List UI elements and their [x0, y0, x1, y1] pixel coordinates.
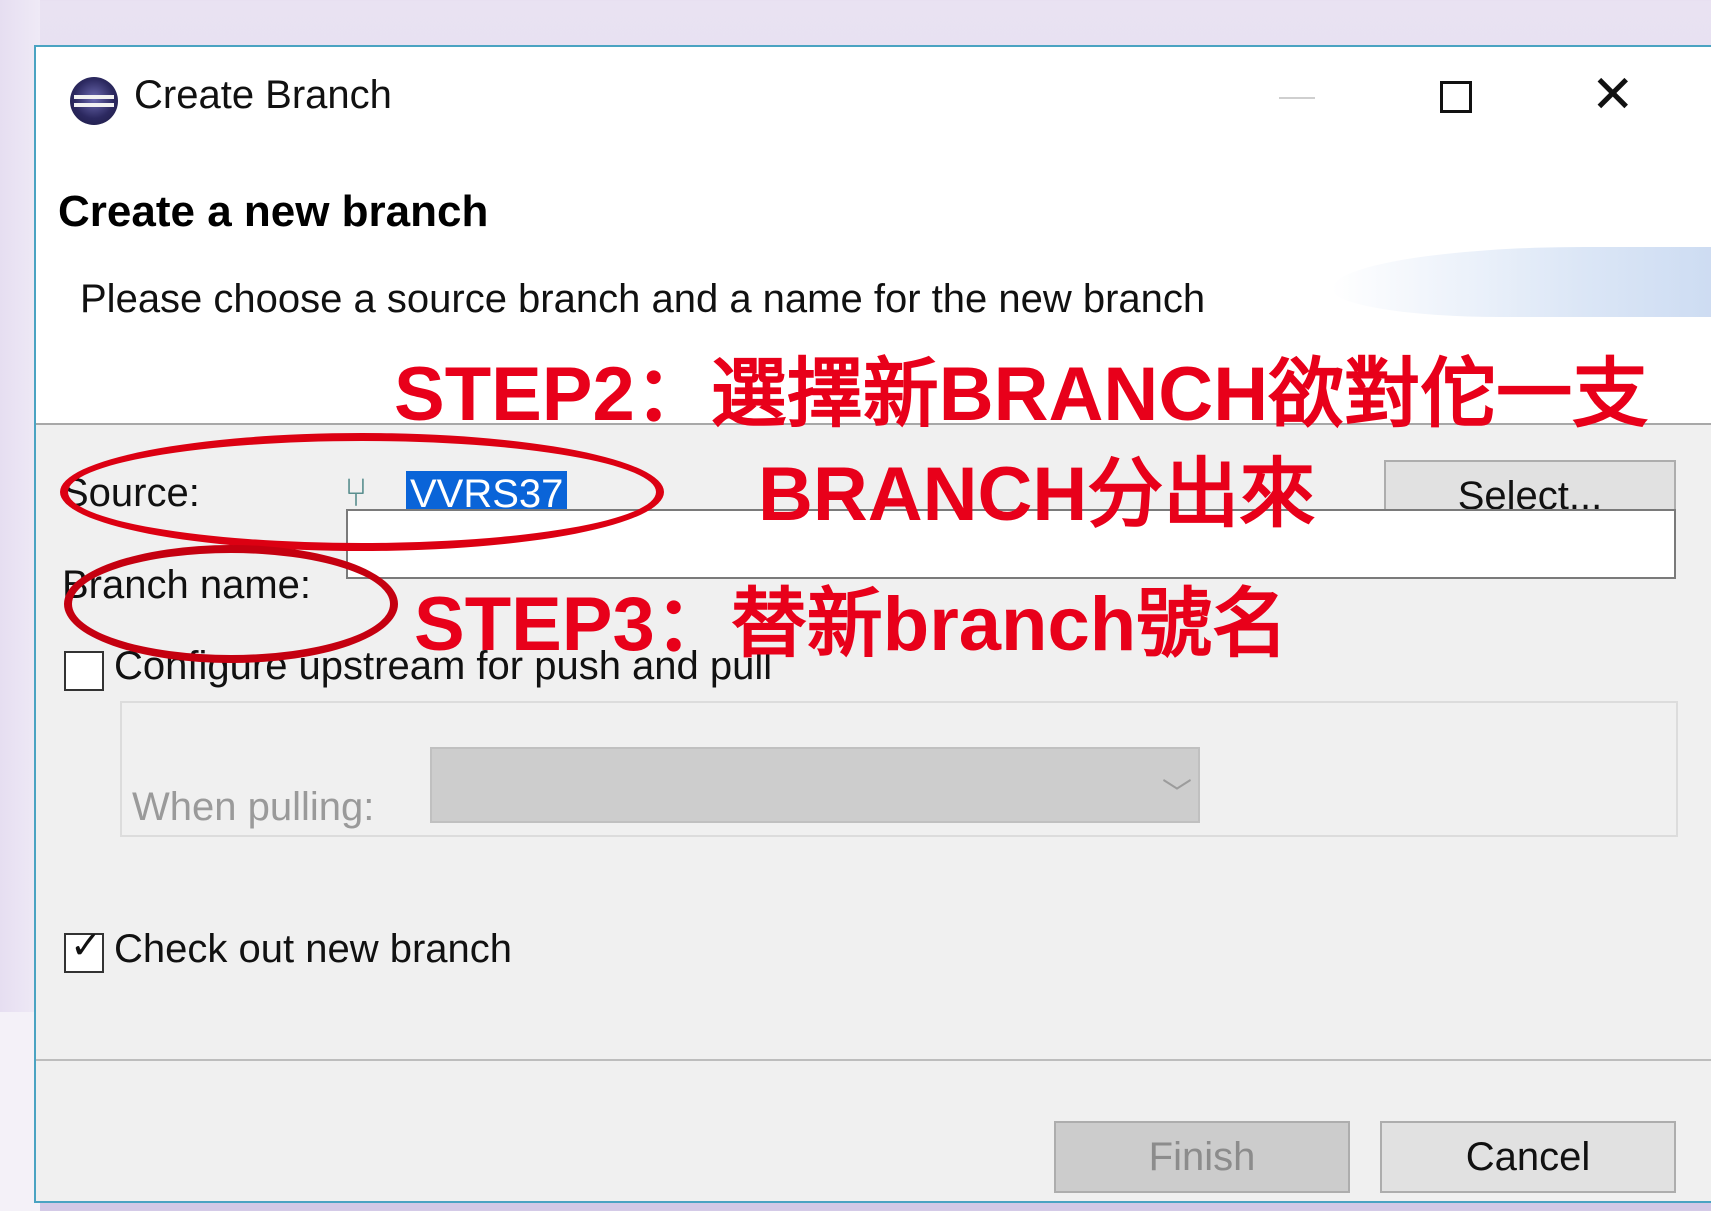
source-annotation-ellipse: [60, 433, 664, 551]
header-title: Create a new branch: [58, 187, 489, 236]
chevron-down-icon: ﹀: [1162, 778, 1192, 811]
branch-annotation-ellipse: [64, 545, 398, 663]
when-pulling-label: When pulling:: [132, 785, 375, 829]
step3-annotation: STEP3：替新branch號名: [414, 582, 1289, 667]
close-button[interactable]: ✕: [1591, 69, 1635, 121]
header-description: Please choose a source branch and a name…: [80, 277, 1206, 321]
checkmark-icon: ✓: [70, 925, 102, 967]
create-branch-dialog: Create Branch ✕ Create a new branch Plea…: [34, 45, 1711, 1203]
step2-annotation: STEP2：選擇新BRANCH欲對佗一支: [394, 352, 1649, 437]
minimize-button[interactable]: [1279, 97, 1315, 99]
footer-divider: [36, 1059, 1711, 1061]
header-decoration: [1332, 247, 1711, 317]
title-bar: Create Branch ✕: [36, 47, 1711, 147]
window-title: Create Branch: [134, 73, 392, 117]
when-pulling-select[interactable]: [430, 747, 1200, 823]
step2-annotation-line2: BRANCH分出來: [758, 452, 1316, 537]
checkout-label: Check out new branch: [114, 927, 513, 971]
maximize-button[interactable]: [1440, 81, 1472, 113]
finish-button[interactable]: Finish: [1054, 1121, 1350, 1193]
cancel-button[interactable]: Cancel: [1380, 1121, 1676, 1193]
eclipse-icon: [70, 77, 118, 125]
configure-upstream-checkbox[interactable]: [64, 651, 104, 691]
